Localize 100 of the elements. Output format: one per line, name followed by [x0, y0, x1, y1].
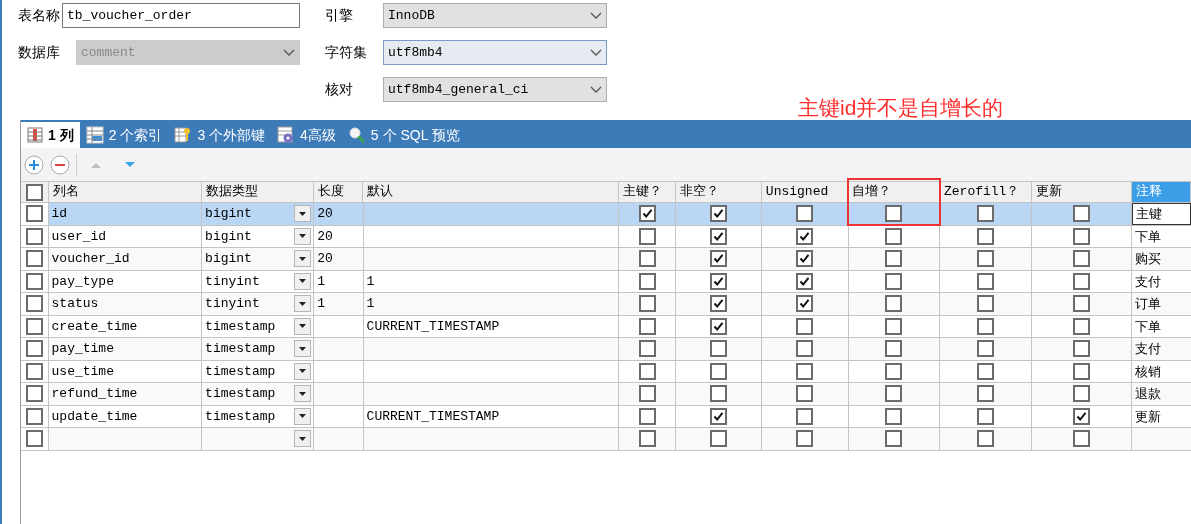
tab[interactable]: 3 个外部键	[168, 122, 272, 148]
checkbox[interactable]	[1072, 205, 1090, 223]
checkbox[interactable]	[25, 317, 43, 335]
checkbox[interactable]	[25, 272, 43, 290]
checkbox[interactable]	[885, 362, 903, 380]
checkbox[interactable]	[710, 385, 728, 403]
checkbox[interactable]	[638, 227, 656, 245]
checkbox[interactable]	[25, 227, 43, 245]
checkbox[interactable]	[638, 430, 656, 448]
dropdown-button[interactable]	[294, 272, 312, 290]
checkbox[interactable]	[1072, 362, 1090, 380]
tab[interactable]: 4高级	[271, 122, 342, 148]
checkbox[interactable]	[885, 205, 903, 223]
checkbox[interactable]	[25, 385, 43, 403]
dropdown[interactable]: utf8mb4	[383, 40, 607, 65]
table-row[interactable]: id bigint 20 主键	[21, 203, 1191, 226]
checkbox[interactable]	[976, 362, 994, 380]
input-field[interactable]: tb_voucher_order	[62, 3, 300, 28]
checkbox[interactable]	[25, 295, 43, 313]
checkbox[interactable]	[638, 407, 656, 425]
checkbox[interactable]	[796, 272, 814, 290]
dropdown-button[interactable]	[294, 340, 312, 358]
checkbox[interactable]	[638, 362, 656, 380]
checkbox[interactable]	[796, 227, 814, 245]
checkbox[interactable]	[885, 385, 903, 403]
checkbox[interactable]	[796, 362, 814, 380]
checkbox[interactable]	[796, 205, 814, 223]
checkbox[interactable]	[638, 205, 656, 223]
checkbox[interactable]	[885, 227, 903, 245]
dropdown-button[interactable]	[294, 250, 312, 268]
checkbox[interactable]	[710, 340, 728, 358]
checkbox[interactable]	[796, 385, 814, 403]
checkbox[interactable]	[638, 340, 656, 358]
tab[interactable]: 5 个 SQL 预览	[341, 122, 466, 148]
dropdown-button[interactable]	[294, 362, 312, 380]
checkbox[interactable]	[1072, 385, 1090, 403]
dropdown-button[interactable]	[294, 317, 312, 335]
checkbox[interactable]	[976, 227, 994, 245]
checkbox[interactable]	[885, 430, 903, 448]
checkbox[interactable]	[976, 250, 994, 268]
checkbox[interactable]	[638, 317, 656, 335]
checkbox[interactable]	[25, 250, 43, 268]
remove-icon[interactable]	[50, 154, 70, 175]
add-icon[interactable]	[24, 154, 44, 175]
checkbox[interactable]	[1072, 227, 1090, 245]
checkbox[interactable]	[976, 205, 994, 223]
checkbox[interactable]	[710, 317, 728, 335]
checkbox[interactable]	[885, 317, 903, 335]
dropdown-button[interactable]	[294, 385, 312, 403]
dropdown[interactable]: InnoDB	[383, 3, 607, 28]
checkbox[interactable]	[710, 407, 728, 425]
checkbox[interactable]	[885, 250, 903, 268]
checkbox[interactable]	[1072, 250, 1090, 268]
checkbox[interactable]	[1072, 407, 1090, 425]
checkbox[interactable]	[1072, 272, 1090, 290]
dropdown-button[interactable]	[294, 430, 312, 448]
dropdown-button[interactable]	[294, 227, 312, 245]
checkbox[interactable]	[885, 295, 903, 313]
checkbox[interactable]	[885, 272, 903, 290]
tab[interactable]: 1 列	[21, 122, 80, 148]
checkbox[interactable]	[710, 205, 728, 223]
tab[interactable]: 2 个索引	[79, 122, 169, 148]
checkbox[interactable]	[885, 340, 903, 358]
checkbox[interactable]	[710, 295, 728, 313]
table-row[interactable]: pay_type tinyint 1 1 支付	[21, 270, 1191, 293]
checkbox[interactable]	[25, 205, 43, 223]
checkbox[interactable]	[976, 272, 994, 290]
table-row[interactable]: voucher_id bigint 20 购买	[21, 248, 1191, 271]
checkbox[interactable]	[1072, 340, 1090, 358]
checkbox[interactable]	[976, 295, 994, 313]
checkbox[interactable]	[25, 183, 43, 201]
checkbox[interactable]	[25, 340, 43, 358]
checkbox[interactable]	[885, 407, 903, 425]
table-row[interactable]: refund_time timestamp 退款	[21, 383, 1191, 406]
checkbox[interactable]	[710, 227, 728, 245]
dropdown-button[interactable]	[294, 407, 312, 425]
checkbox[interactable]	[25, 362, 43, 380]
table-row[interactable]: update_time timestamp CURRENT_TIMESTAMP 更新	[21, 405, 1191, 428]
table-row[interactable]: user_id bigint 20 下单	[21, 225, 1191, 248]
checkbox[interactable]	[796, 430, 814, 448]
checkbox[interactable]	[638, 272, 656, 290]
checkbox[interactable]	[976, 407, 994, 425]
checkbox[interactable]	[710, 272, 728, 290]
checkbox[interactable]	[710, 430, 728, 448]
dropdown[interactable]: utf8mb4_general_ci	[383, 77, 607, 102]
checkbox[interactable]	[710, 362, 728, 380]
checkbox[interactable]	[976, 340, 994, 358]
table-row[interactable]: create_time timestamp CURRENT_TIMESTAMP 下单	[21, 315, 1191, 338]
dropdown-button[interactable]	[294, 295, 312, 313]
table-row[interactable]: status tinyint 1 1 订单	[21, 293, 1191, 316]
checkbox[interactable]	[1072, 430, 1090, 448]
checkbox[interactable]	[796, 317, 814, 335]
dropdown-button[interactable]	[294, 205, 312, 223]
checkbox[interactable]	[710, 250, 728, 268]
checkbox[interactable]	[638, 385, 656, 403]
checkbox[interactable]	[638, 250, 656, 268]
checkbox[interactable]	[976, 317, 994, 335]
checkbox[interactable]	[638, 295, 656, 313]
table-row[interactable]: use_time timestamp 核销	[21, 360, 1191, 383]
checkbox[interactable]	[796, 407, 814, 425]
